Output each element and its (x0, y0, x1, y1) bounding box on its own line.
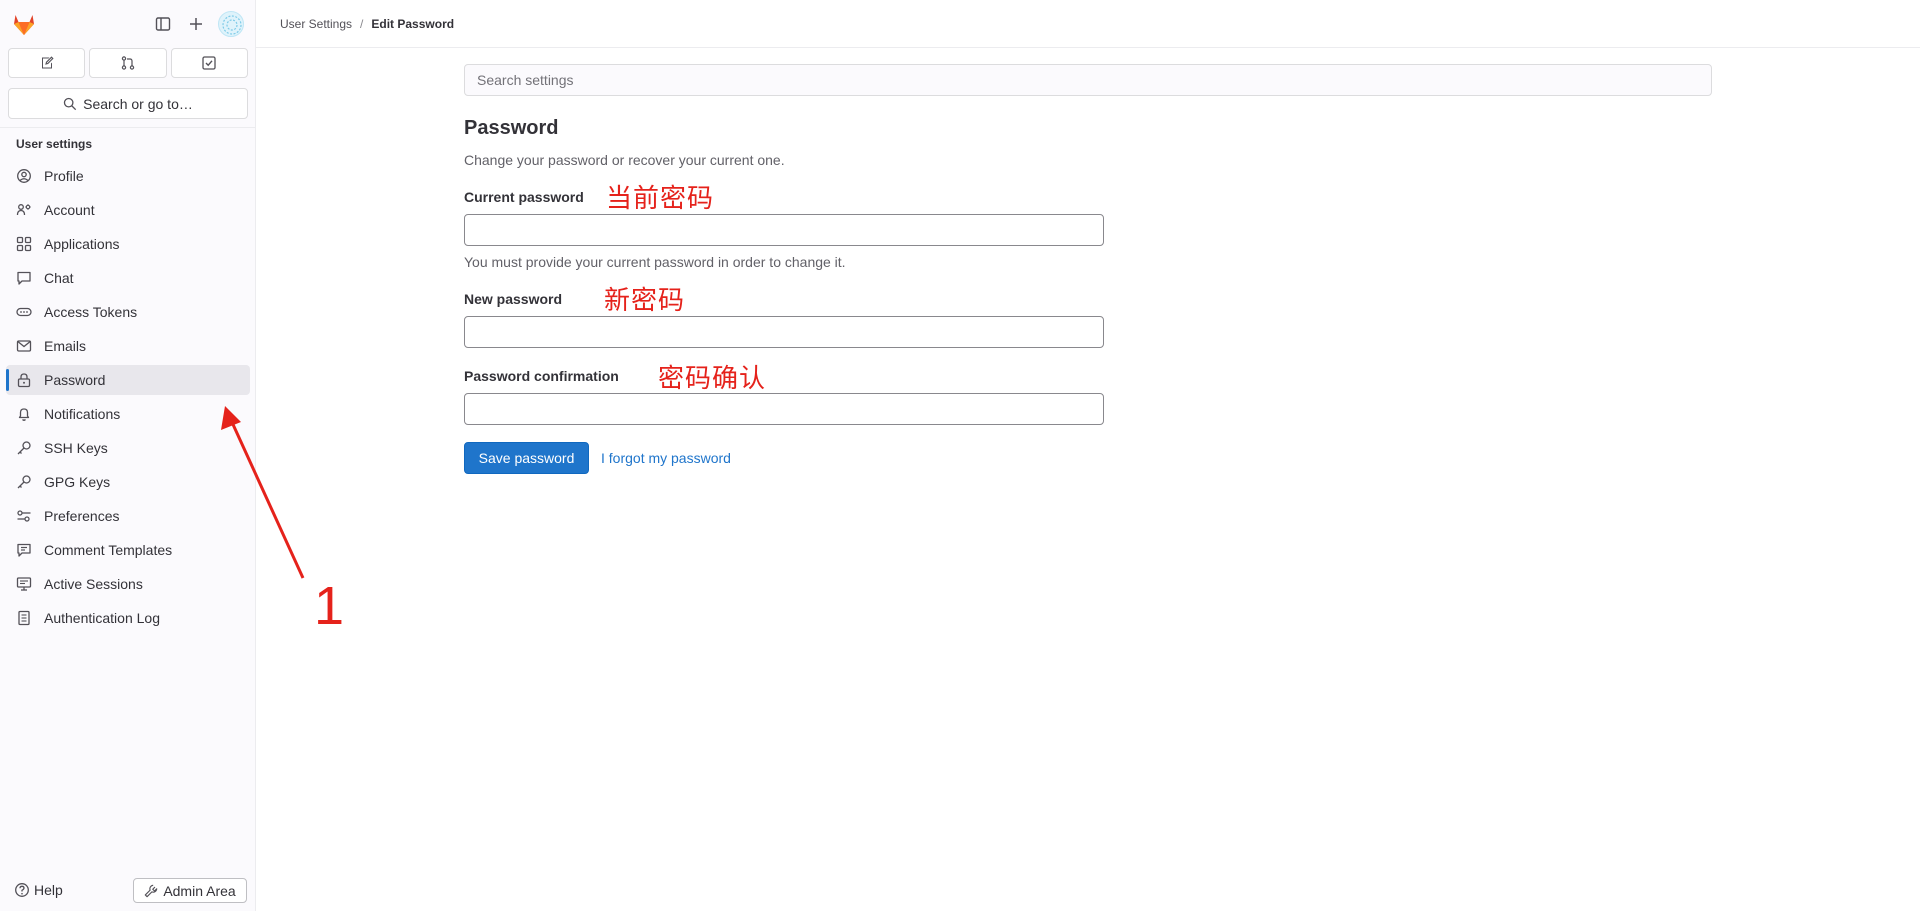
sidebar-item-chat[interactable]: Chat (6, 263, 250, 293)
forgot-password-link[interactable]: I forgot my password (601, 450, 731, 466)
admin-area-label: Admin Area (163, 882, 236, 899)
sidebar-item-label: Emails (44, 338, 87, 354)
sidebar-item-active-sessions[interactable]: Active Sessions (6, 569, 250, 599)
sidebar-item-password[interactable]: Password (6, 365, 250, 395)
sidebar-item-preferences[interactable]: Preferences (6, 501, 250, 531)
monitor-icon (16, 576, 32, 592)
search-icon (63, 97, 77, 110)
sidebar-item-label: SSH Keys (44, 440, 108, 456)
help-button[interactable]: Help (14, 882, 63, 898)
key-icon (16, 474, 32, 490)
password-confirmation-field[interactable] (464, 393, 1104, 425)
log-icon (16, 610, 32, 626)
sidebar-item-label: GPG Keys (44, 474, 111, 490)
annotation-arrow (221, 406, 305, 579)
sidebar-item-label: Authentication Log (44, 610, 160, 626)
sidebar-section-title: User settings (16, 137, 93, 151)
sidebar-item-label: Account (44, 202, 95, 218)
annotation-current-password: 当前密码 (606, 184, 715, 214)
sidebar-footer: Help Admin Area (0, 876, 256, 906)
avatar[interactable] (218, 11, 244, 37)
help-label: Help (34, 882, 63, 898)
sidebar-item-label: Applications (44, 236, 120, 252)
search-settings-input[interactable] (464, 64, 1712, 96)
search-or-goto-button[interactable]: Search or go to… (8, 88, 248, 119)
sidebar-item-access-tokens[interactable]: Access Tokens (6, 297, 250, 327)
current-password-label: Current password (464, 189, 584, 205)
sidebar-item-label: Comment Templates (44, 542, 173, 558)
new-password-label: New password (464, 291, 563, 307)
gitlab-logo-icon[interactable] (11, 11, 37, 37)
annotation-password-confirmation: 密码确认 (658, 364, 767, 394)
mail-icon (16, 338, 32, 354)
sidebar-item-label: Password (44, 372, 106, 388)
lock-icon (16, 372, 32, 388)
chat-icon (16, 270, 32, 286)
sidebar-item-profile[interactable]: Profile (6, 161, 250, 191)
toggle-sidebar-icon[interactable] (152, 13, 174, 35)
breadcrumb-user-settings[interactable]: User Settings (280, 17, 352, 31)
sidebar-item-comment-templates[interactable]: Comment Templates (6, 535, 250, 565)
sidebar-divider (0, 127, 256, 128)
admin-area-button[interactable]: Admin Area (133, 878, 247, 903)
sidebar-item-emails[interactable]: Emails (6, 331, 250, 361)
sidebar-item-notifications[interactable]: Notifications (6, 399, 250, 429)
sidebar-header (0, 0, 256, 48)
annotation-step-number: 1 (314, 576, 345, 636)
sidebar-nav: Profile Account Applications Chat Access… (6, 161, 250, 637)
sidebar-item-label: Access Tokens (44, 304, 138, 320)
bell-icon (16, 406, 32, 422)
quick-actions (8, 48, 248, 78)
sidebar-item-account[interactable]: Account (6, 195, 250, 225)
breadcrumb: User Settings / Edit Password (256, 0, 1920, 48)
issues-button[interactable] (8, 48, 86, 78)
current-password-field[interactable] (464, 214, 1104, 246)
sidebar-item-label: Preferences (44, 508, 120, 524)
todo-button[interactable] (170, 48, 248, 78)
todo-icon (202, 56, 216, 70)
profile-icon (16, 168, 32, 184)
current-password-help: You must provide your current password i… (464, 254, 846, 270)
search-or-goto-label: Search or go to… (83, 95, 193, 112)
sidebar-item-ssh-keys[interactable]: SSH Keys (6, 433, 250, 463)
annotation-new-password: 新密码 (604, 286, 686, 316)
sidebar-item-applications[interactable]: Applications (6, 229, 250, 259)
password-confirmation-label: Password confirmation (464, 368, 619, 384)
save-password-button[interactable]: Save password (464, 442, 589, 474)
sidebar-item-authentication-log[interactable]: Authentication Log (6, 603, 250, 633)
sidebar-item-label: Active Sessions (44, 576, 143, 592)
sidebar-item-label: Notifications (44, 406, 121, 422)
merge-requests-button[interactable] (89, 48, 167, 78)
sidebar-item-label: Chat (44, 270, 74, 286)
merge-request-icon (121, 56, 135, 70)
issues-icon (41, 56, 54, 69)
help-icon (15, 883, 29, 897)
sidebar-item-label: Profile (44, 168, 84, 184)
account-icon (16, 202, 32, 218)
breadcrumb-edit-password[interactable]: Edit Password (371, 17, 454, 31)
new-password-field[interactable] (464, 316, 1104, 348)
plus-icon[interactable] (185, 13, 207, 35)
key-icon (16, 440, 32, 456)
comment-icon (16, 542, 32, 558)
breadcrumb-separator: / (360, 16, 364, 31)
applications-icon (16, 236, 32, 252)
preferences-icon (16, 508, 32, 524)
wrench-icon (145, 884, 158, 897)
page-title: Password (464, 117, 559, 139)
page-subtitle: Change your password or recover your cur… (464, 152, 785, 168)
token-icon (16, 304, 32, 320)
sidebar-item-gpg-keys[interactable]: GPG Keys (6, 467, 250, 497)
